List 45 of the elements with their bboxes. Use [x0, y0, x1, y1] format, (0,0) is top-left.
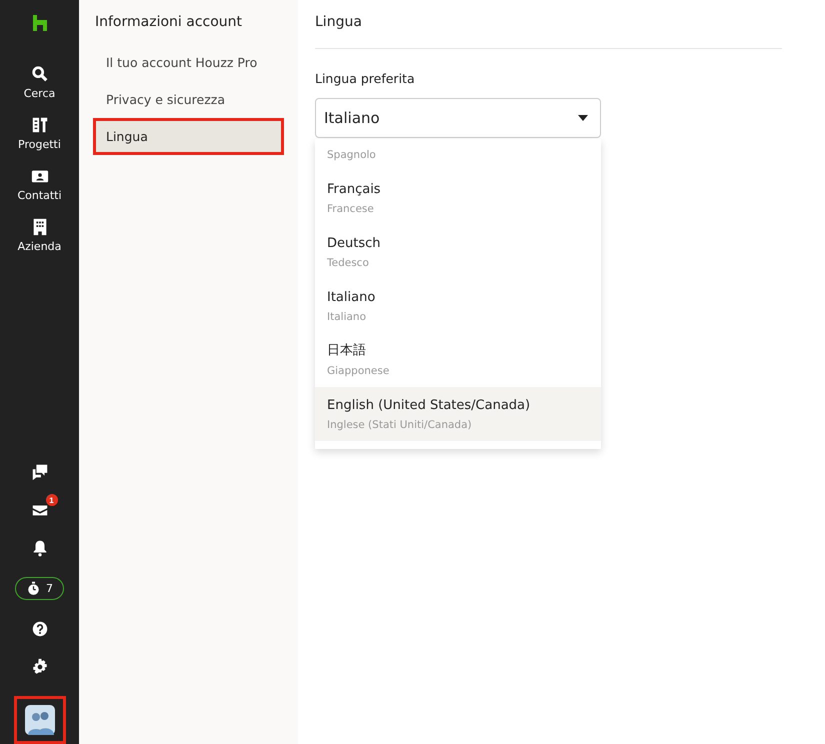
help-button[interactable]	[30, 620, 48, 638]
page-title: Lingua	[315, 14, 782, 49]
logo-icon[interactable]	[32, 15, 46, 31]
search-nav-button[interactable]: Cerca	[4, 65, 74, 100]
avatar-icon	[24, 705, 54, 735]
language-dropdown[interactable]: Italiano	[315, 98, 601, 138]
sidebar-item[interactable]: Privacy e sicurezza	[93, 81, 284, 118]
company-icon	[30, 218, 48, 236]
projects-icon	[30, 116, 48, 134]
chat-button[interactable]	[30, 463, 48, 481]
language-name: Français	[327, 182, 382, 197]
language-option[interactable]: Italiano Italiano	[315, 279, 601, 333]
sidebar-item[interactable]: Il tuo account Houzz Pro	[93, 44, 284, 81]
field-label: Lingua preferita	[315, 71, 416, 86]
timer-button[interactable]: 7	[15, 577, 64, 600]
language-translation: Giapponese	[327, 365, 390, 377]
sidebar-title: Informazioni account	[95, 14, 244, 30]
sidebar-item[interactable]: Lingua	[93, 118, 284, 155]
language-option[interactable]: Français Francese	[315, 171, 601, 225]
settings-button[interactable]	[30, 658, 48, 676]
stopwatch-icon	[26, 581, 41, 596]
language-option[interactable]: 日本語 Giapponese	[315, 333, 601, 387]
language-name: Italiano	[327, 290, 376, 305]
language-translation: Tedesco	[327, 257, 370, 269]
bell-icon	[30, 539, 48, 557]
language-translation: Francese	[327, 203, 375, 215]
help-icon	[30, 620, 48, 638]
projects-nav-button[interactable]: Progetti	[4, 116, 74, 151]
contacts-nav-button[interactable]: Contatti	[4, 167, 74, 202]
company-nav-button[interactable]: Azienda	[4, 218, 74, 253]
language-name: 日本語	[327, 342, 367, 359]
language-name: English (United States/Canada)	[327, 398, 532, 413]
mail-button[interactable]: 1	[22, 494, 58, 519]
language-option[interactable]: English (United States/Canada) Inglese (Stati Uniti/Canada)	[315, 387, 601, 441]
language-name: Deutsch	[327, 236, 382, 251]
notification-badge: 1	[46, 494, 58, 506]
bell-button[interactable]	[30, 539, 48, 557]
language-option[interactable]: Deutsch Tedesco	[315, 225, 601, 279]
language-translation: Italiano	[327, 311, 367, 323]
search-icon	[30, 65, 48, 83]
language-translation: Inglese (Stati Uniti/Canada)	[327, 419, 473, 431]
chat-icon	[30, 463, 48, 481]
avatar-button[interactable]	[14, 696, 66, 744]
settings-icon	[30, 658, 48, 676]
language-translation: Spagnolo	[327, 149, 377, 161]
